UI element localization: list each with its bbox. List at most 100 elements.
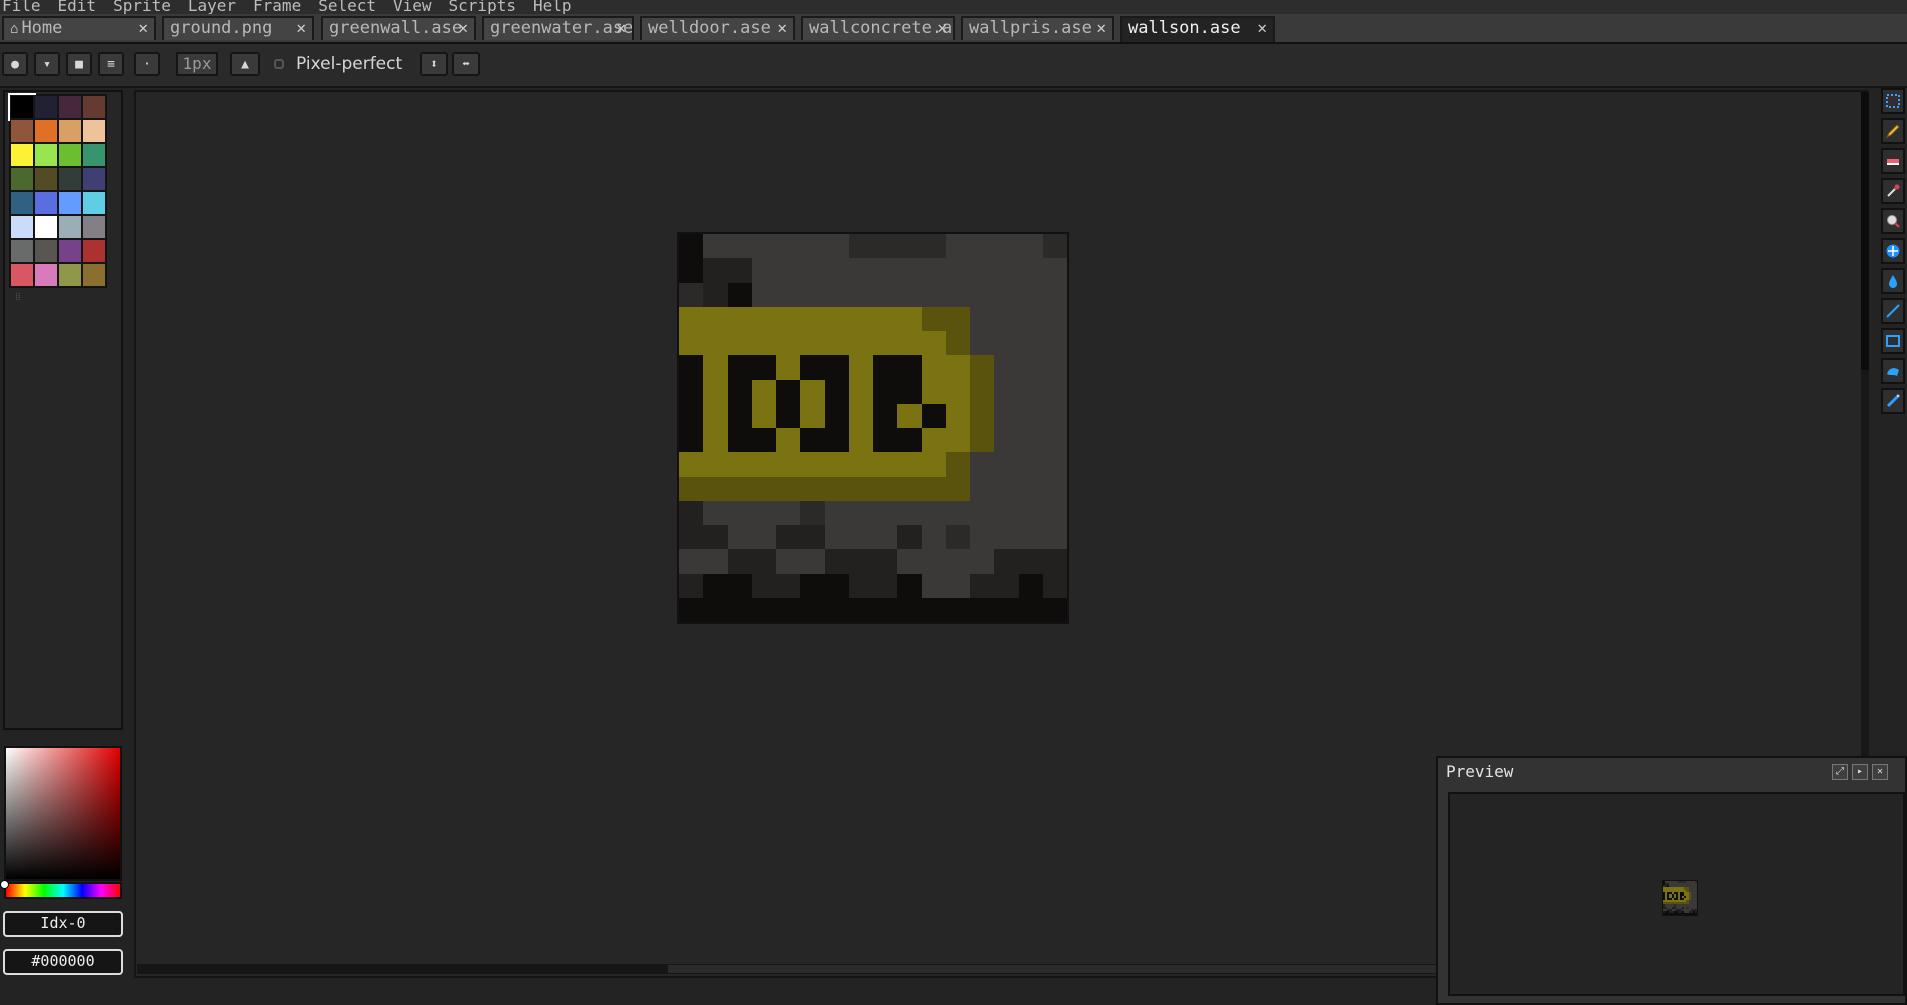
palette-swatch[interactable] xyxy=(58,143,82,167)
palette-swatch[interactable] xyxy=(10,119,34,143)
close-icon[interactable]: ✕ xyxy=(138,18,148,38)
sprite-pixel xyxy=(703,476,728,501)
menu-edit[interactable]: Edit xyxy=(58,0,97,14)
paint-bucket-icon[interactable] xyxy=(1881,268,1905,294)
tab-ground-png[interactable]: ground.png ✕ xyxy=(162,16,314,40)
rectangular-marquee-icon[interactable] xyxy=(1881,88,1905,114)
palette-swatch[interactable] xyxy=(10,167,34,191)
tab-greenwall-ase[interactable]: greenwall.ase ✕ xyxy=(321,16,476,40)
palette-swatch[interactable] xyxy=(58,239,82,263)
tab-wallson-ase[interactable]: wallson.ase ✕ xyxy=(1120,16,1275,42)
sprite-pixel xyxy=(776,379,801,404)
color-index-field[interactable]: Idx-0 xyxy=(3,911,123,937)
palette-swatch[interactable] xyxy=(10,143,34,167)
menu-select[interactable]: Select xyxy=(318,0,376,14)
brush-lines-icon[interactable]: ≡ xyxy=(98,52,124,76)
sprite-pixel xyxy=(921,597,946,622)
palette-swatch[interactable] xyxy=(58,263,82,287)
pencil-icon[interactable] xyxy=(1881,118,1905,144)
sprite-pixel xyxy=(945,549,970,574)
palette-swatch[interactable] xyxy=(8,93,36,121)
palette-swatch[interactable] xyxy=(34,95,58,119)
brush-size-field[interactable]: 1px xyxy=(176,52,218,76)
palette-swatch[interactable] xyxy=(10,263,34,287)
blur-icon[interactable] xyxy=(1881,388,1905,414)
palette-swatch[interactable] xyxy=(34,167,58,191)
close-icon[interactable]: ✕ xyxy=(616,18,626,38)
close-icon[interactable]: ✕ xyxy=(1096,18,1106,38)
pixel-perfect-checkbox[interactable] xyxy=(274,59,284,69)
close-icon[interactable]: ✕ xyxy=(1257,18,1267,38)
zoom-icon[interactable] xyxy=(1881,208,1905,234)
tab-greenwater-ase[interactable]: greenwater.ase ✕ xyxy=(482,16,634,40)
menu-layer[interactable]: Layer xyxy=(188,0,236,14)
tab-wallconcrete-a[interactable]: wallconcrete.a ✕ xyxy=(801,16,955,40)
palette-swatch[interactable] xyxy=(34,119,58,143)
palette-swatch[interactable] xyxy=(10,239,34,263)
brush-dot-icon[interactable]: · xyxy=(134,52,160,76)
palette-swatch[interactable] xyxy=(82,191,106,215)
palette-swatch[interactable] xyxy=(82,167,106,191)
close-icon[interactable]: ✕ xyxy=(296,18,306,38)
brush-square-icon[interactable]: ■ xyxy=(66,52,92,76)
palette-swatch[interactable] xyxy=(34,191,58,215)
close-icon[interactable]: ✕ xyxy=(937,18,947,38)
rectangle-icon[interactable] xyxy=(1881,328,1905,354)
palette-swatch[interactable] xyxy=(82,95,106,119)
palette-swatch[interactable] xyxy=(82,263,106,287)
palette-swatch[interactable] xyxy=(34,239,58,263)
ink-icon[interactable]: ▲ xyxy=(230,52,260,76)
palette-swatch[interactable] xyxy=(10,191,34,215)
palette-swatch[interactable] xyxy=(58,167,82,191)
color-hex-field[interactable]: #000000 xyxy=(3,949,123,975)
sprite-pixel xyxy=(848,403,873,428)
palette-swatch[interactable] xyxy=(58,215,82,239)
move-icon[interactable] xyxy=(1881,238,1905,264)
color-spectrum[interactable] xyxy=(4,746,122,881)
palette-swatch[interactable] xyxy=(34,263,58,287)
tab-welldoor-ase[interactable]: welldoor.ase ✕ xyxy=(640,16,795,40)
palette-resize-grip-icon[interactable]: ⁞⁞ xyxy=(15,292,21,303)
brush-round-icon[interactable]: ● xyxy=(2,52,28,76)
menu-scripts[interactable]: Scripts xyxy=(449,0,516,14)
contour-icon[interactable] xyxy=(1881,358,1905,384)
symmetry-vertical-icon[interactable]: ⬍ xyxy=(420,52,448,76)
horizontal-scrollbar[interactable] xyxy=(137,964,1441,974)
sprite-pixel xyxy=(1042,306,1067,331)
eraser-icon[interactable] xyxy=(1881,148,1905,174)
line-icon[interactable] xyxy=(1881,298,1905,324)
palette-swatch[interactable] xyxy=(82,143,106,167)
vertical-scrollbar-thumb[interactable] xyxy=(1861,92,1869,370)
palette-swatch[interactable] xyxy=(82,239,106,263)
preview-fit-icon[interactable]: ⤢ xyxy=(1832,764,1848,780)
menu-help[interactable]: Help xyxy=(533,0,572,14)
menu-view[interactable]: View xyxy=(393,0,432,14)
palette-swatch[interactable] xyxy=(34,215,58,239)
horizontal-scrollbar-thumb[interactable] xyxy=(668,965,1441,973)
preview-close-icon[interactable]: ✕ xyxy=(1872,764,1888,780)
palette-swatch[interactable] xyxy=(10,215,34,239)
vertical-scrollbar[interactable] xyxy=(1861,92,1869,759)
menu-sprite[interactable]: Sprite xyxy=(113,0,171,14)
palette-swatch[interactable] xyxy=(82,119,106,143)
palette-swatch[interactable] xyxy=(34,143,58,167)
sprite-pixel xyxy=(800,573,825,598)
menu-frame[interactable]: Frame xyxy=(253,0,301,14)
palette-swatch[interactable] xyxy=(82,215,106,239)
close-icon[interactable]: ✕ xyxy=(777,18,787,38)
sprite-pixel xyxy=(1018,476,1043,501)
preview-play-icon[interactable]: ▸ xyxy=(1852,764,1868,780)
menu-file[interactable]: File xyxy=(2,0,41,14)
brush-down-icon[interactable]: ▾ xyxy=(34,52,60,76)
tab-home[interactable]: ⌂ Home ✕ xyxy=(2,16,156,40)
tab-wallpris-ase[interactable]: wallpris.ase ✕ xyxy=(961,16,1114,40)
sprite-canvas[interactable] xyxy=(677,232,1069,624)
palette-swatch[interactable] xyxy=(58,191,82,215)
hue-slider[interactable] xyxy=(4,882,122,899)
palette-swatch[interactable] xyxy=(58,119,82,143)
hue-slider-knob[interactable] xyxy=(0,880,9,889)
eyedropper-icon[interactable] xyxy=(1881,178,1905,204)
symmetry-horizontal-icon[interactable]: ⬌ xyxy=(452,52,480,76)
close-icon[interactable]: ✕ xyxy=(458,18,468,38)
palette-swatch[interactable] xyxy=(58,95,82,119)
